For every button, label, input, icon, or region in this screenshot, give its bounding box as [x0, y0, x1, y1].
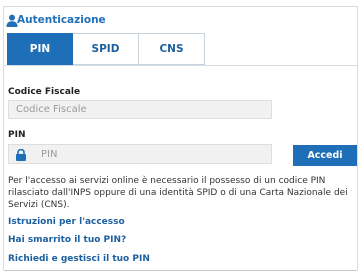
panel-title: Autenticazione: [17, 14, 106, 26]
tab-spid[interactable]: SPID: [73, 33, 139, 65]
richiedi-pin-link[interactable]: Richiedi e gestisci il tuo PIN: [8, 254, 150, 264]
panel-header: Autenticazione: [4, 7, 357, 33]
codice-fiscale-input[interactable]: [8, 100, 272, 119]
pin-label: PIN: [8, 130, 26, 140]
accedi-button[interactable]: Accedi: [293, 145, 357, 166]
tab-label: SPID: [91, 43, 120, 55]
smarrito-pin-link[interactable]: Hai smarrito il tuo PIN?: [8, 235, 126, 245]
lock-icon: [16, 149, 26, 161]
codice-fiscale-label: Codice Fiscale: [8, 87, 81, 97]
istruzioni-link[interactable]: Istruzioni per l'accesso: [8, 217, 125, 227]
tab-pin[interactable]: PIN: [7, 33, 73, 65]
tab-label: CNS: [159, 43, 184, 55]
pin-input[interactable]: [41, 145, 269, 163]
tab-cns[interactable]: CNS: [139, 33, 205, 65]
login-panel: Autenticazione PIN SPID CNS Codice Fisca…: [3, 6, 358, 271]
info-text: Per l'accesso ai servizi online è necess…: [8, 176, 348, 210]
tab-label: PIN: [29, 43, 51, 55]
pin-field: [8, 144, 272, 164]
login-form: Codice Fiscale PIN Accedi Per l'accesso …: [4, 65, 357, 271]
auth-tabs: PIN SPID CNS: [7, 33, 207, 65]
